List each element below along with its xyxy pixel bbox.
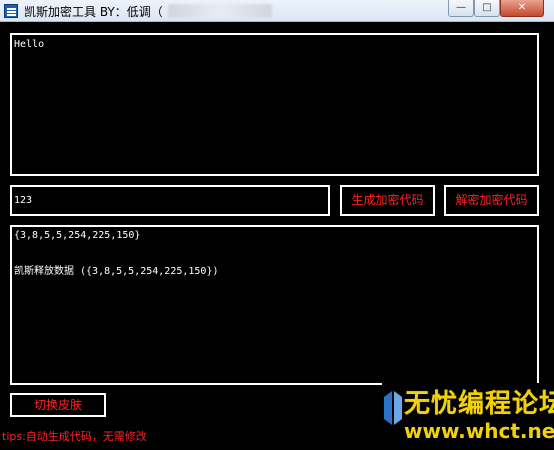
- close-button[interactable]: ✕: [500, 0, 544, 17]
- watermark-url: www.whct.net: [404, 419, 554, 443]
- generate-code-button[interactable]: 生成加密代码: [340, 185, 435, 216]
- watermark-title: 无忧编程论坛: [404, 389, 554, 419]
- watermark-logo: 无忧编程论坛 www.whct.net: [382, 383, 554, 450]
- maximize-button[interactable]: □: [474, 0, 500, 17]
- decrypt-code-button[interactable]: 解密加密代码: [444, 185, 539, 216]
- window-title: 凯斯加密工具 BY：低调（: [24, 5, 163, 19]
- switch-skin-button[interactable]: 切换皮肤: [10, 393, 106, 417]
- minimize-button[interactable]: —: [448, 0, 474, 17]
- key-input[interactable]: 123: [10, 185, 330, 216]
- tips-text: tips:自动生成代码，无需修改: [2, 430, 147, 443]
- app-icon: [4, 4, 18, 18]
- redacted-author: [168, 4, 272, 18]
- output-code-area[interactable]: {3,8,5,5,254,225,150} 凯斯释放数据 ({3,8,5,5,2…: [10, 225, 539, 385]
- plaintext-input-area[interactable]: Hello: [10, 33, 539, 176]
- title-bar: 凯斯加密工具 BY：低调（ — □ ✕: [0, 0, 554, 22]
- watermark-mark-icon: [384, 391, 402, 425]
